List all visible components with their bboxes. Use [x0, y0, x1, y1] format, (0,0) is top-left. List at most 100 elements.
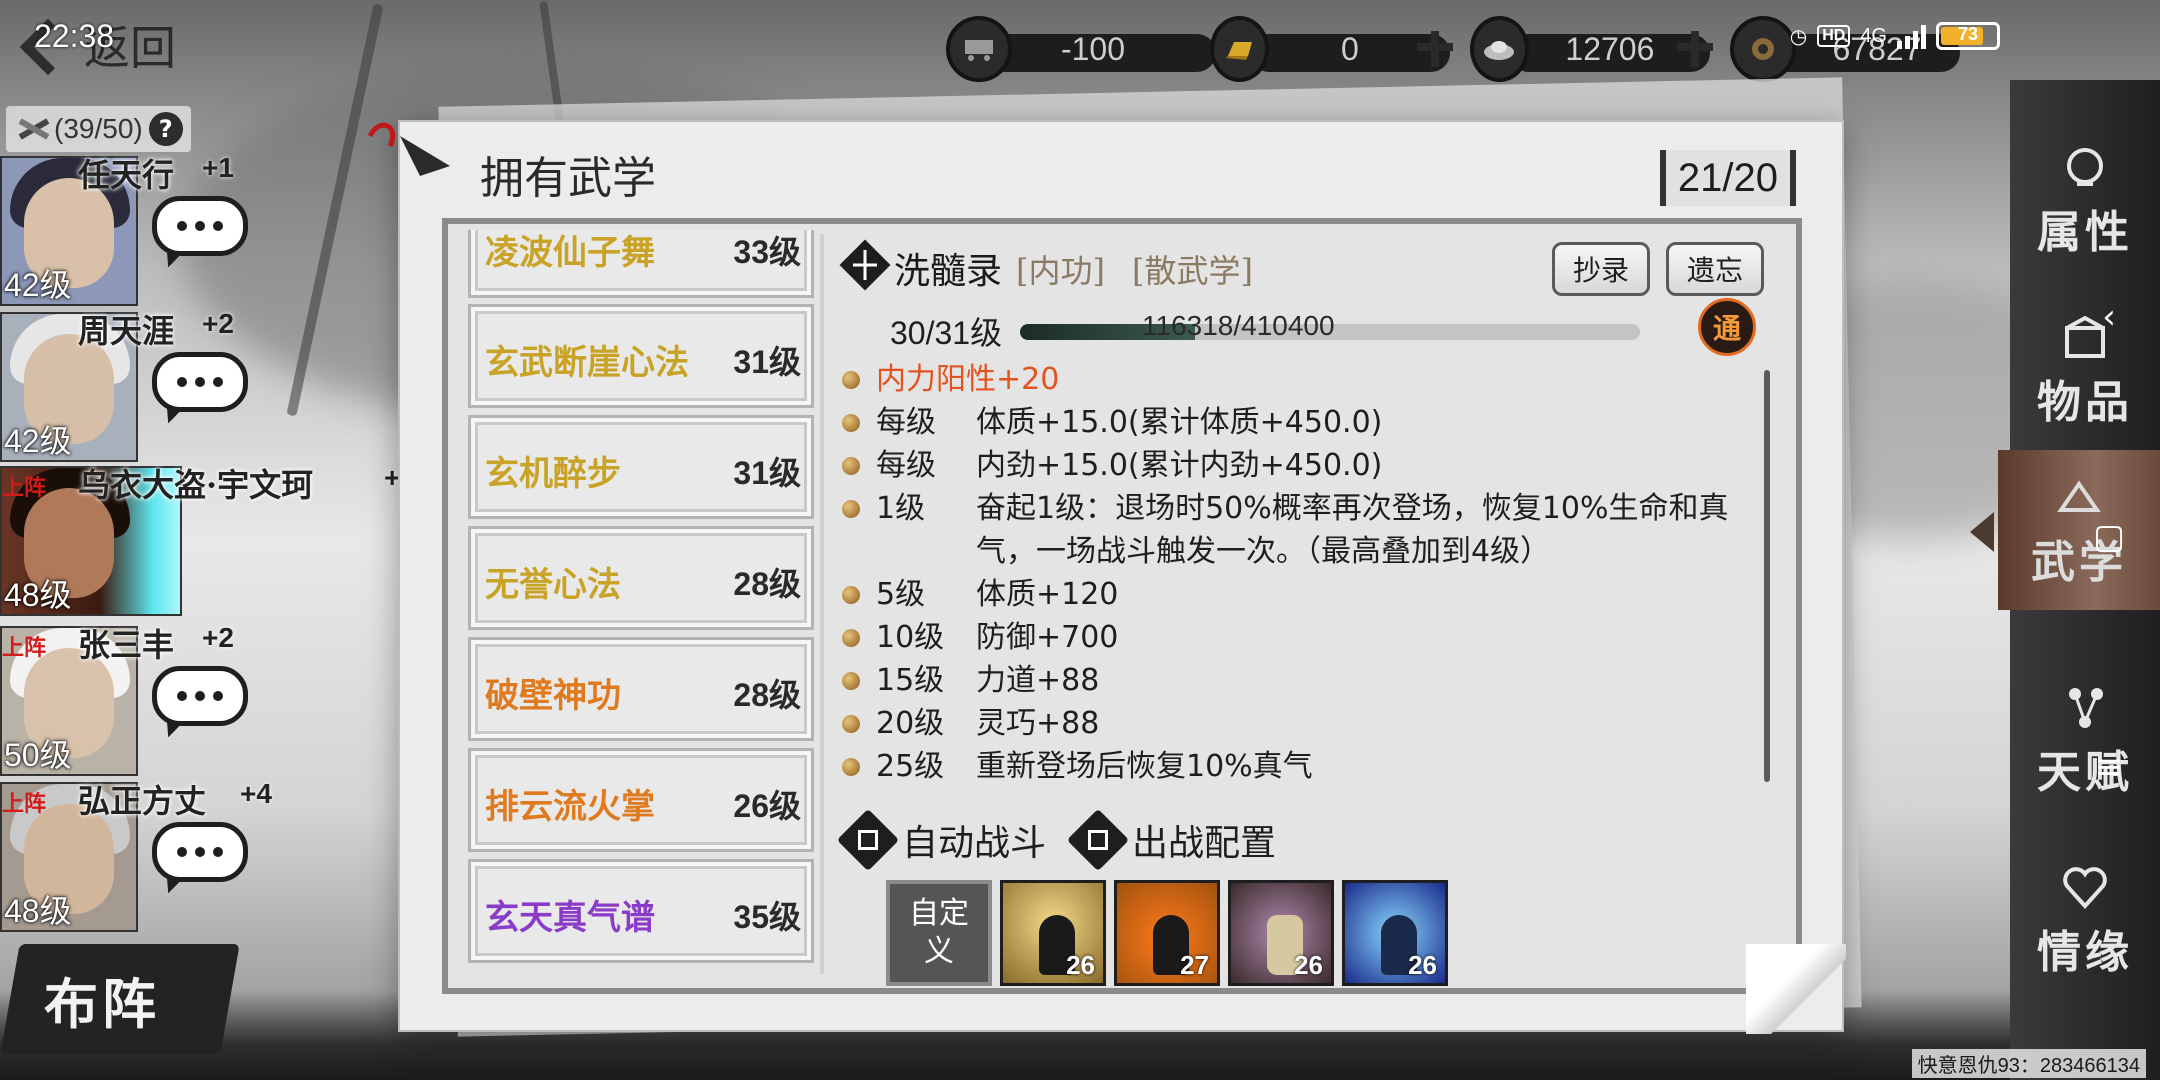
- dart-icon: [367, 122, 450, 176]
- hero-card[interactable]: 任天行 +1 42级: [0, 152, 400, 306]
- mastery-badge[interactable]: 通: [1698, 298, 1756, 356]
- add-silver-button[interactable]: [1675, 29, 1714, 69]
- bullet-icon: [842, 586, 860, 604]
- onstage-tag: 上阵: [2, 635, 47, 661]
- effect-text: 重新登场后恢复10%真气: [976, 749, 1313, 784]
- right-nav: 属性 物品 武学 天赋 情缘: [1970, 80, 2160, 1080]
- hero-bonus: +1: [202, 152, 234, 183]
- hero-level: 42级: [4, 423, 72, 459]
- skill-item[interactable]: 排云流火掌 26级: [468, 748, 814, 852]
- hero-card[interactable]: 上阵 张三丰 +2 50级: [0, 622, 400, 776]
- player-id: 快意恩仇93：283466134: [1911, 1049, 2146, 1078]
- effect-scrollbar[interactable]: [1764, 370, 1770, 782]
- hero-bonus: +2: [202, 308, 234, 339]
- currency-cart: -100: [946, 14, 1216, 84]
- currency-value: 0: [1340, 30, 1359, 67]
- effect-headline: 内力阳性+20: [876, 362, 1060, 397]
- help-icon[interactable]: ?: [148, 112, 183, 146]
- custom-slot-button[interactable]: 自定义: [886, 880, 992, 986]
- nav-label: 属性: [2037, 207, 2133, 258]
- roster-count-text: (39/50): [54, 113, 143, 144]
- skill-item[interactable]: 凌波仙子舞 33级: [468, 230, 814, 298]
- skill-item[interactable]: 玄天真气谱 35级: [468, 859, 814, 963]
- hero-name: 任天行: [78, 156, 175, 194]
- monitor-icon: [836, 808, 900, 872]
- move-slot[interactable]: 27: [1114, 880, 1220, 986]
- alarm-icon: ◷: [1789, 25, 1808, 48]
- chat-bubble-icon[interactable]: [152, 196, 248, 271]
- chat-bubble-icon[interactable]: [152, 352, 248, 427]
- hero-card-selected[interactable]: 上阵 乌衣大盗·宇文珂 + 48级: [0, 462, 400, 616]
- nav-bond[interactable]: 情缘: [2010, 840, 2160, 1000]
- auto-battle-button[interactable]: 自动战斗: [836, 808, 1046, 872]
- panel-title: 拥有武学: [480, 153, 656, 204]
- effect-text: 防御+700: [976, 620, 1119, 655]
- skill-item[interactable]: 无誉心法 28级: [468, 526, 814, 630]
- effect-requirement: 25级: [876, 749, 945, 784]
- move-level: 26: [1408, 950, 1437, 980]
- skill-item[interactable]: 破壁神功 28级: [468, 637, 814, 741]
- bullet-icon: [842, 457, 860, 475]
- effect-row: 5级 体质+120: [842, 573, 1742, 616]
- skill-level: 28级: [733, 677, 801, 713]
- battle-options: 自动战斗 出战配置: [836, 808, 1306, 872]
- hero-name: 周天涯: [78, 312, 175, 350]
- battery-icon: 73: [1936, 22, 2000, 50]
- system-menu-icon[interactable]: ≡: [2082, 740, 2136, 794]
- skill-detail: 洗髓录 [内功] [散武学] 抄录 遗忘 30/31级 116318/41040…: [832, 224, 1796, 988]
- move-slot[interactable]: 26: [1342, 880, 1448, 986]
- skill-level: 35级: [733, 899, 801, 935]
- move-slot[interactable]: 26: [1228, 880, 1334, 986]
- signal-icon: [1897, 23, 1926, 49]
- hero-card[interactable]: 周天涯 +2 42级: [0, 308, 400, 462]
- hero-card[interactable]: 上阵 弘正方丈 +4 48级: [0, 778, 400, 932]
- effect-requirement: 每级: [876, 405, 936, 440]
- skill-item[interactable]: 玄机醉步 31级: [468, 415, 814, 519]
- onstage-tag: 上阵: [2, 791, 47, 817]
- move-slot[interactable]: 26: [1000, 880, 1106, 986]
- effect-row: 1级 奋起1级：退场时50%概率再次登场，恢复10%生命和真气，一场战斗触发一次…: [842, 487, 1742, 573]
- skill-level: 33级: [733, 234, 801, 270]
- hd-badge: HD: [1817, 25, 1851, 47]
- cart-icon: [946, 16, 1012, 82]
- formation-button[interactable]: 布阵: [0, 944, 240, 1054]
- effect-text: 灵巧+88: [976, 706, 1100, 741]
- skill-item[interactable]: 玄武断崖心法 31级: [468, 304, 814, 408]
- formation-label: 布阵: [44, 972, 160, 1036]
- nav-attributes[interactable]: 属性: [2010, 120, 2160, 280]
- effect-requirement: 20级: [876, 706, 945, 741]
- talent-icon: [2069, 688, 2103, 728]
- skill-name: 破壁神功: [485, 676, 621, 716]
- hero-level: 42级: [4, 267, 72, 303]
- coin-pouch-icon: [1730, 16, 1796, 82]
- page-curl: [1746, 944, 1846, 1034]
- skill-list[interactable]: 凌波仙子舞 33级 玄武断崖心法 31级 玄机醉步 31级 无誉心法 28级 破…: [468, 230, 816, 988]
- skill-name: 凌波仙子舞: [485, 233, 655, 273]
- forget-button[interactable]: 遗忘: [1666, 242, 1765, 296]
- system-home-icon[interactable]: ▢: [2082, 510, 2136, 564]
- add-gold-button[interactable]: [1415, 29, 1454, 69]
- hero-level: 48级: [4, 893, 72, 929]
- skill-name: 玄武断崖心法: [485, 343, 689, 383]
- battle-config-label: 出战配置: [1132, 823, 1277, 864]
- panel-content: 凌波仙子舞 33级 玄武断崖心法 31级 玄机醉步 31级 无誉心法 28级 破…: [442, 218, 1802, 994]
- internal-art-icon: [839, 239, 891, 291]
- effect-row: 25级 重新登场后恢复10%真气: [842, 745, 1742, 788]
- hero-name: 弘正方丈: [78, 782, 207, 820]
- battle-config-button[interactable]: 出战配置: [1066, 808, 1277, 872]
- hero-level: 48级: [4, 577, 72, 613]
- currency-silver: 12706: [1470, 14, 1714, 84]
- chat-bubble-icon[interactable]: [152, 666, 248, 741]
- device-status: ◷ HD 4G 73: [1790, 22, 2000, 50]
- status-clock: 22:38: [34, 18, 115, 54]
- system-back-icon[interactable]: ‹: [2082, 290, 2136, 344]
- bullet-icon: [842, 371, 860, 389]
- effect-requirement: 每级: [876, 448, 936, 483]
- currency-value: -100: [1060, 30, 1126, 67]
- effect-row: 20级 灵巧+88: [842, 702, 1742, 745]
- effect-text: 内劲+15.0(累计内劲+450.0): [976, 448, 1383, 483]
- effect-text: 力道+88: [976, 663, 1100, 698]
- move-level: 27: [1180, 950, 1209, 980]
- chat-bubble-icon[interactable]: [152, 822, 248, 897]
- copy-button[interactable]: 抄录: [1552, 242, 1651, 296]
